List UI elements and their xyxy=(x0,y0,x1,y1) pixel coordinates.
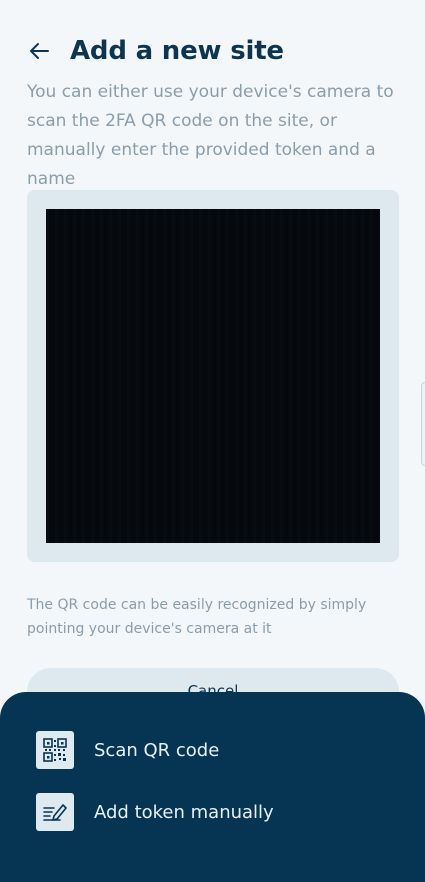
bottom-sheet: Scan QR code Add token manually xyxy=(0,692,425,882)
scan-qr-code-label: Scan QR code xyxy=(94,739,220,761)
scan-qr-code-option[interactable]: Scan QR code xyxy=(36,731,219,769)
page-title: Add a new site xyxy=(70,36,284,66)
scan-hint-text: The QR code can be easily recognized by … xyxy=(27,597,367,637)
add-token-manually-label: Add token manually xyxy=(94,801,274,823)
add-token-manually-option[interactable]: Add token manually xyxy=(36,793,274,831)
back-button[interactable] xyxy=(26,38,52,64)
header: Add a new site xyxy=(26,36,284,66)
camera-preview xyxy=(46,209,380,543)
instructions-text: You can either use your device's camera … xyxy=(27,82,394,189)
edit-note-icon xyxy=(36,793,74,831)
edge-handle[interactable] xyxy=(421,382,425,466)
qr-scanner-frame xyxy=(27,190,399,562)
add-site-screen: Add a new site You can either use your d… xyxy=(0,0,425,882)
arrow-left-icon xyxy=(30,43,49,59)
qr-code-icon xyxy=(36,731,74,769)
